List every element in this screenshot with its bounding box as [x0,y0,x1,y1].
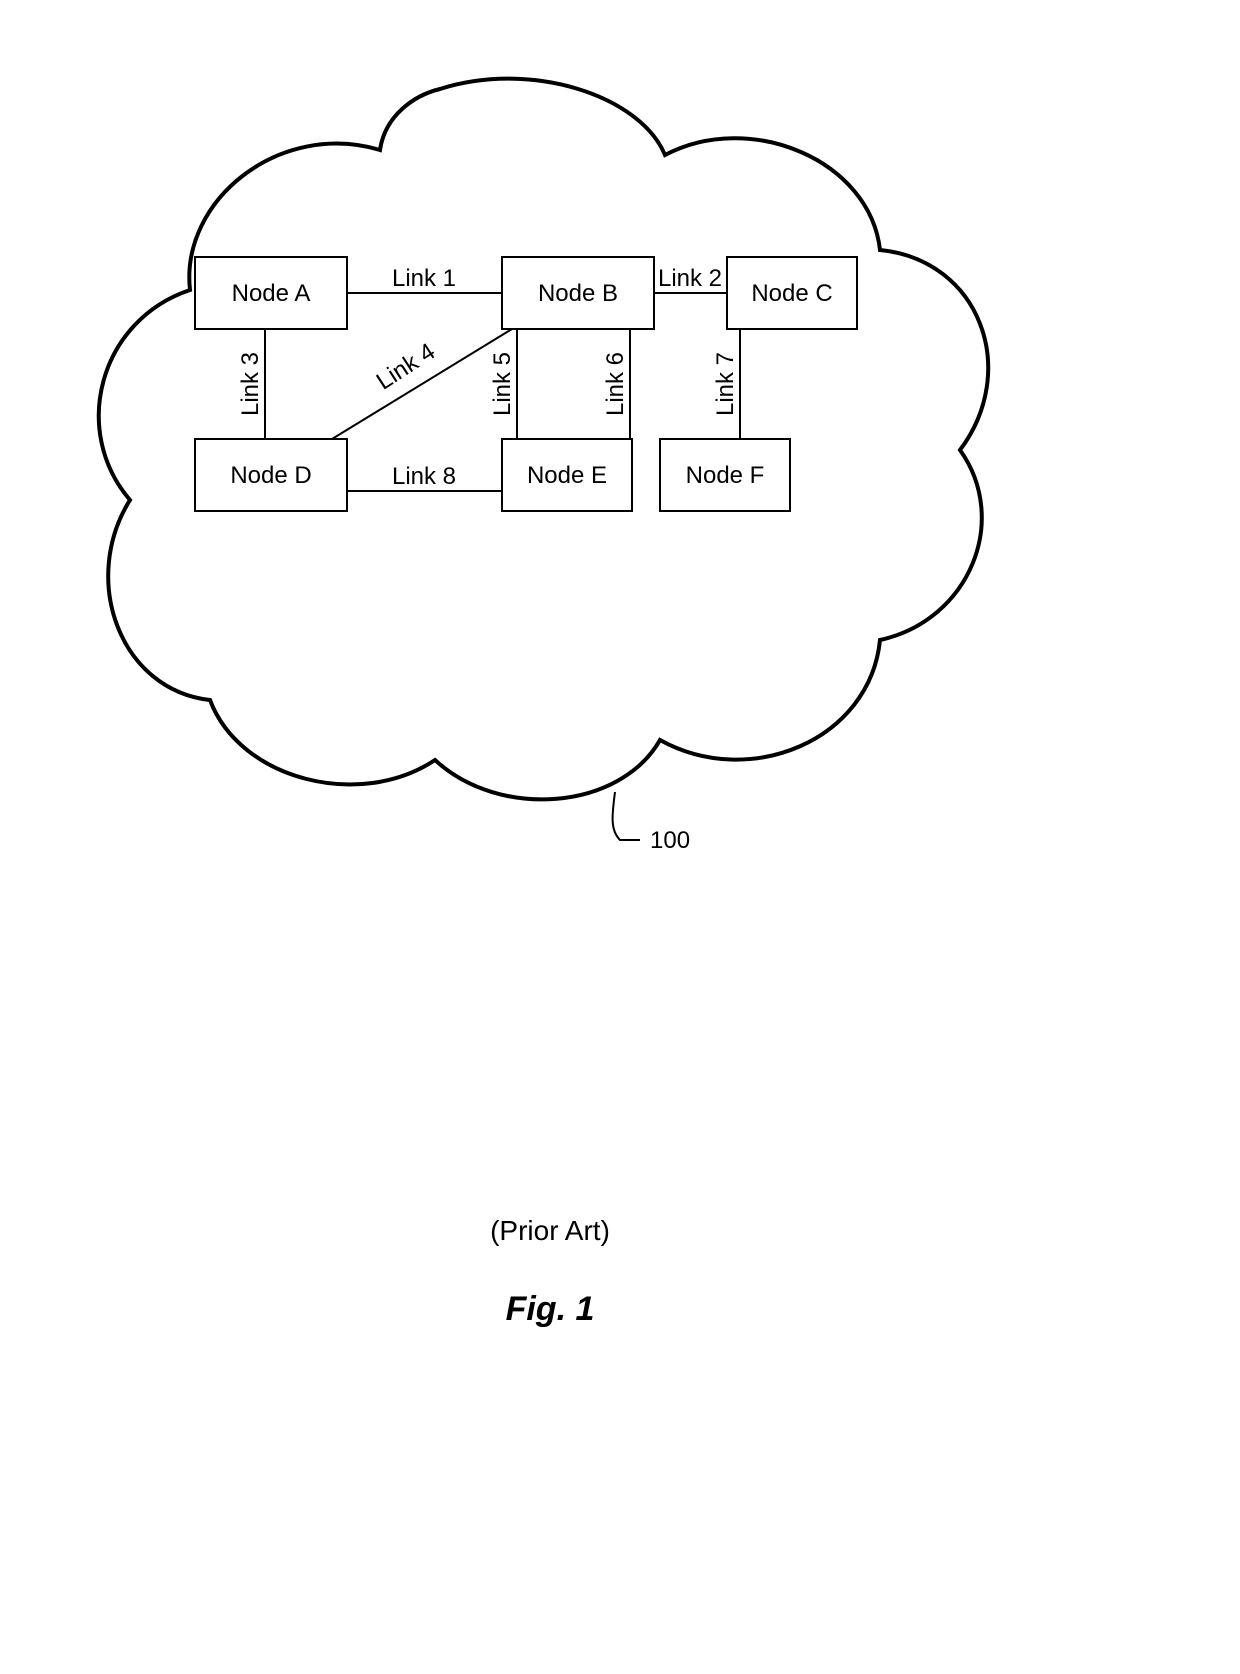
ref-number-100: 100 [650,827,690,854]
figure-caption: Fig. 1 [506,1290,595,1328]
ref-leader-100 [613,792,640,840]
node-f-label: Node F [686,462,765,489]
link-6-label: Link 6 [602,352,629,416]
link-2-label: Link 2 [658,265,722,292]
link-1-label: Link 1 [392,265,456,292]
link-5-label: Link 5 [489,352,516,416]
link-3-label: Link 3 [237,352,264,416]
link-8-label: Link 8 [392,463,456,490]
node-c-label: Node C [751,280,832,307]
prior-art-label: (Prior Art) [490,1215,610,1246]
node-b-label: Node B [538,280,618,307]
figure-canvas: Node A Node B Node C Node D Node E Node … [0,0,1240,1674]
node-e-label: Node E [527,462,607,489]
node-d-label: Node D [230,462,311,489]
node-a-label: Node A [232,280,311,307]
link-7-label: Link 7 [712,352,739,416]
